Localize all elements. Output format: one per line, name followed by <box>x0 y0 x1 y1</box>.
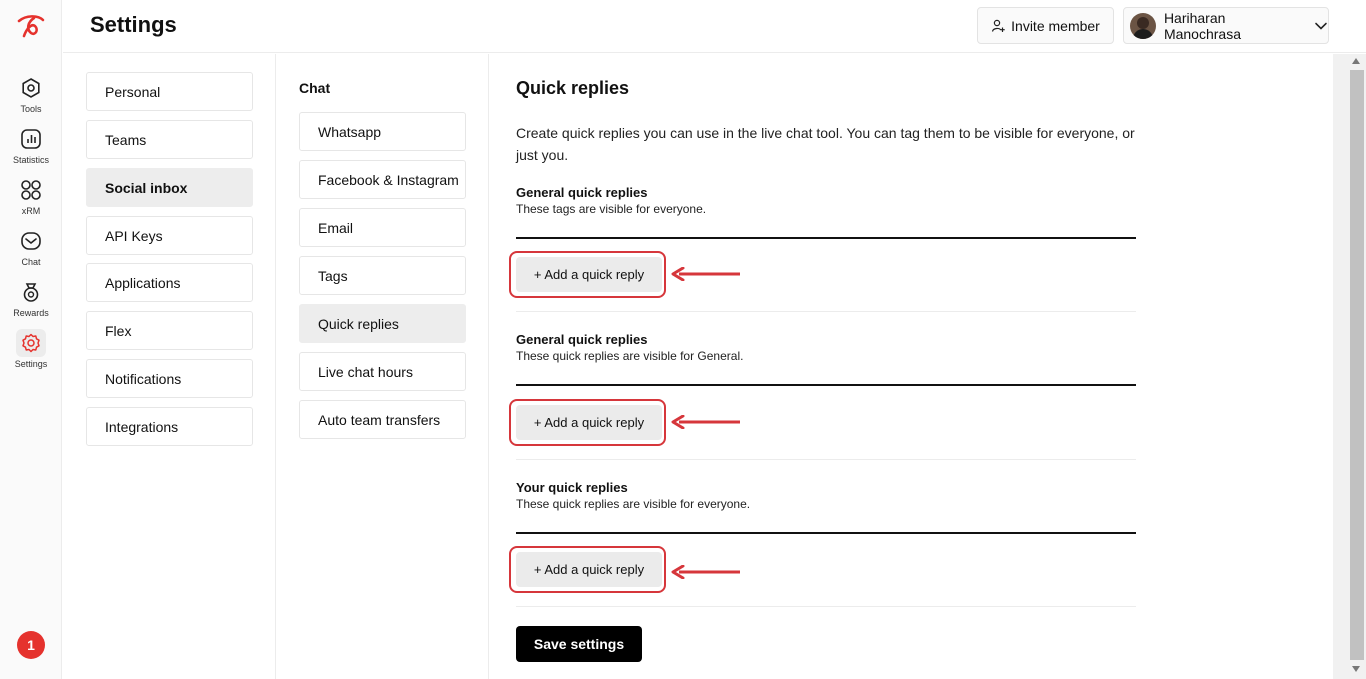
chat-nav-item-quick-replies[interactable]: Quick replies <box>299 304 466 343</box>
rail-label: Settings <box>14 359 48 369</box>
settings-nav-item-social-inbox[interactable]: Social inbox <box>86 168 253 207</box>
rail-label: Statistics <box>12 155 49 165</box>
brand-logo-icon[interactable] <box>16 13 46 39</box>
chat-nav-title: Chat <box>299 80 331 96</box>
divider <box>516 311 1136 312</box>
settings-nav-item-api-keys[interactable]: API Keys <box>86 216 253 255</box>
settings-nav-item-applications[interactable]: Applications <box>86 263 253 302</box>
quick-reply-section-general: General quick replies These tags are vis… <box>509 185 1136 312</box>
chat-nav-item-auto-team-transfers[interactable]: Auto team transfers <box>299 400 466 439</box>
section-title: Your quick replies <box>516 480 628 495</box>
page-title: Settings <box>90 12 177 37</box>
settings-nav-item-personal[interactable]: Personal <box>86 72 253 111</box>
divider <box>516 532 1136 534</box>
section-heading: Quick replies <box>516 78 630 98</box>
quick-replies-panel: Quick replies Create quick replies you c… <box>490 54 1332 679</box>
avatar <box>1130 12 1156 39</box>
settings-nav-item-integrations[interactable]: Integrations <box>86 407 253 446</box>
user-menu-button[interactable]: Hariharan Manochrasa <box>1123 7 1329 44</box>
chat-nav-item-whatsapp[interactable]: Whatsapp <box>299 112 466 151</box>
chat-nav-item-tags[interactable]: Tags <box>299 256 466 295</box>
add-quick-reply-button[interactable]: + Add a quick reply <box>516 405 662 440</box>
rail-label: Tools <box>20 104 42 114</box>
annotation-arrow-icon <box>671 565 740 579</box>
section-description: Create quick replies you can use in the … <box>516 125 1135 163</box>
rail-item-tools[interactable]: Tools <box>0 74 62 114</box>
settings-nav-item-flex[interactable]: Flex <box>86 311 253 350</box>
divider <box>516 237 1136 239</box>
rail-label: Rewards <box>13 308 49 318</box>
quick-reply-section-team: General quick replies These quick replie… <box>509 332 1136 460</box>
left-rail: Tools Statistics xRM Chat Rewards Settin… <box>0 0 62 679</box>
add-quick-reply-button[interactable]: + Add a quick reply <box>516 257 662 292</box>
divider <box>516 459 1136 460</box>
grid-icon <box>21 180 41 200</box>
invite-member-button[interactable]: Invite member <box>977 7 1114 44</box>
chat-nav-item-live-chat-hours[interactable]: Live chat hours <box>299 352 466 391</box>
quick-reply-section-personal: Your quick replies These quick replies a… <box>509 480 1136 607</box>
divider <box>516 606 1136 607</box>
chat-nav-item-facebook-instagram[interactable]: Facebook & Instagram <box>299 160 466 199</box>
rewards-icon <box>23 283 39 302</box>
rail-label: Chat <box>21 257 41 267</box>
save-settings-button[interactable]: Save settings <box>516 626 642 662</box>
section-title: General quick replies <box>516 332 648 347</box>
chat-nav-item-email[interactable]: Email <box>299 208 466 247</box>
section-subtitle: These quick replies are visible for ever… <box>516 497 751 511</box>
annotation-arrow-icon <box>671 415 740 429</box>
rail-item-xrm[interactable]: xRM <box>0 176 62 216</box>
scroll-down-icon[interactable] <box>1352 666 1360 672</box>
scrollbar-thumb[interactable] <box>1350 70 1364 660</box>
chevron-down-icon <box>1315 22 1327 30</box>
scroll-up-icon[interactable] <box>1352 58 1360 64</box>
section-subtitle: These quick replies are visible for Gene… <box>516 349 744 363</box>
invite-member-label: Invite member <box>1011 17 1100 34</box>
add-quick-reply-button[interactable]: + Add a quick reply <box>516 552 662 587</box>
add-user-icon <box>992 19 1005 32</box>
rail-item-chat[interactable]: Chat <box>0 227 62 267</box>
user-name: Hariharan Manochrasa <box>1163 9 1241 42</box>
rail-item-settings[interactable]: Settings <box>0 329 62 369</box>
rail-item-rewards[interactable]: Rewards <box>0 278 62 318</box>
chat-settings-nav: Chat Whatsapp Facebook & Instagram Email… <box>276 54 489 679</box>
statistics-icon <box>21 129 41 149</box>
annotation-arrow-icon <box>671 267 740 281</box>
gear-icon <box>22 333 40 353</box>
notification-badge[interactable]: 1 <box>17 631 45 659</box>
chat-icon <box>21 232 41 250</box>
section-title: General quick replies <box>516 185 648 200</box>
tools-icon <box>22 78 40 98</box>
settings-nav-item-teams[interactable]: Teams <box>86 120 253 159</box>
section-subtitle: These tags are visible for everyone. <box>516 202 707 216</box>
settings-nav-item-notifications[interactable]: Notifications <box>86 359 253 398</box>
rail-label: xRM <box>21 206 41 216</box>
top-header: Settings Invite member Hariharan Manochr… <box>63 0 1366 53</box>
settings-nav: Personal Teams Social inbox API Keys App… <box>63 54 276 679</box>
divider <box>516 384 1136 386</box>
rail-item-statistics[interactable]: Statistics <box>0 125 62 165</box>
